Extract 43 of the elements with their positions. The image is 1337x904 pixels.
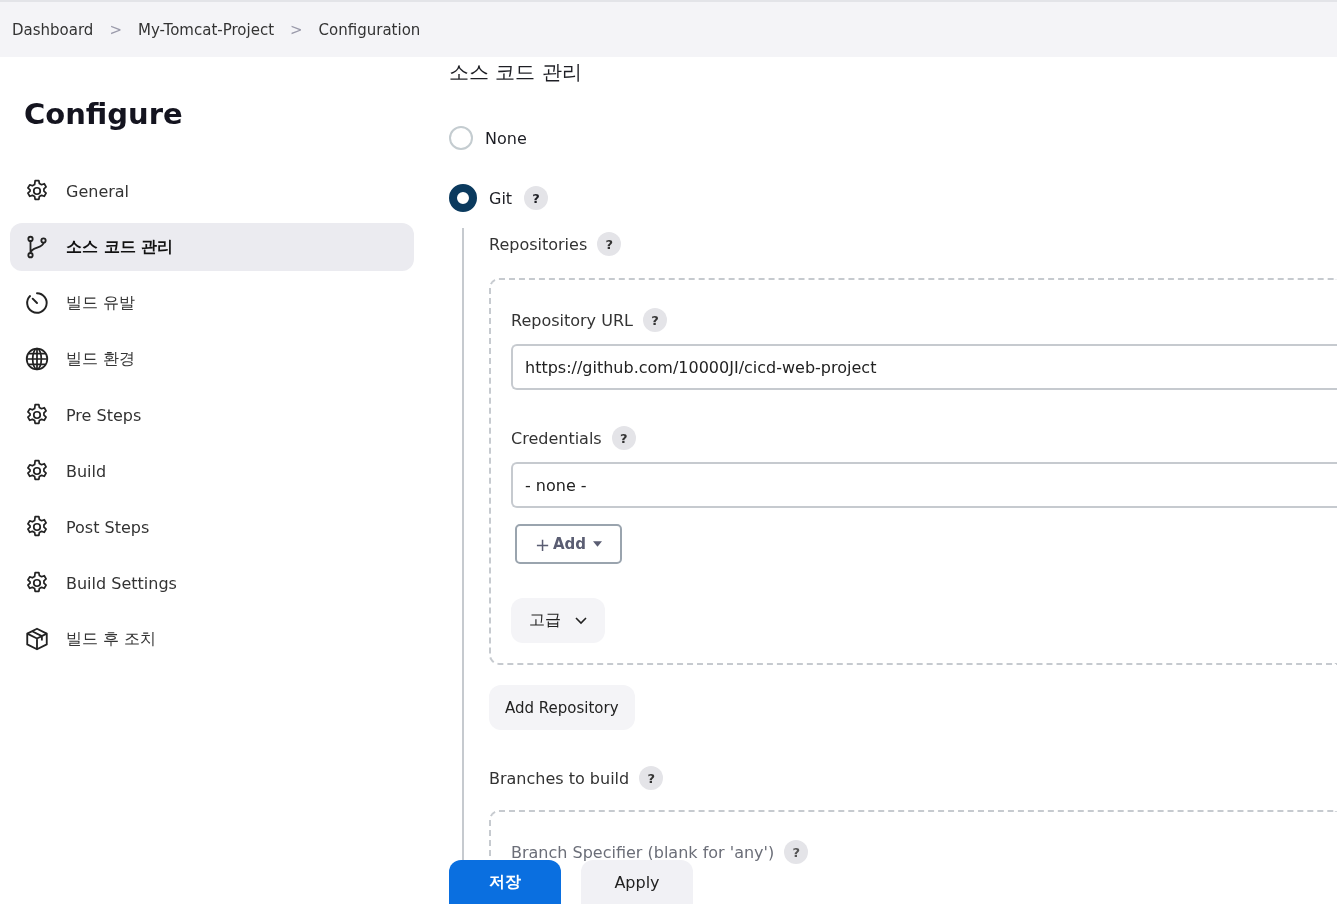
help-icon[interactable]: ? — [639, 766, 664, 790]
branch-icon — [24, 234, 50, 260]
sidebar-item[interactable]: 빌드 유발 — [10, 279, 414, 327]
sidebar-item[interactable]: 빌드 후 조치 — [10, 615, 414, 663]
sidebar-item[interactable]: General — [10, 167, 414, 215]
caret-icon — [593, 541, 603, 547]
radio-label: None — [485, 128, 527, 148]
add-button[interactable]: + Add — [515, 524, 622, 564]
repository-url-field[interactable]: https://github.com/10000JI/cicd-web-project — [511, 344, 1337, 390]
radio-label: Git — [489, 188, 513, 208]
radio-button[interactable] — [449, 184, 477, 212]
chevron-down-icon — [575, 616, 587, 625]
credentials-dropdown[interactable]: - none - — [511, 462, 1337, 508]
help-icon[interactable]: ? — [524, 186, 549, 210]
page-title: Configure — [24, 97, 184, 131]
breadcrumb-link[interactable]: My-Tomcat-Project — [137, 20, 275, 39]
sidebar-item[interactable]: Pre Steps — [10, 391, 414, 439]
help-icon[interactable]: ? — [611, 426, 636, 450]
help-icon[interactable]: ? — [642, 308, 667, 332]
field-label: Branch Specifier (blank for 'any') — [511, 842, 775, 862]
add-repository-button[interactable]: Add Repository — [489, 685, 635, 730]
breadcrumb-link[interactable]: Configuration — [318, 20, 421, 39]
globe-icon — [24, 346, 50, 372]
sidebar-item[interactable]: Build — [10, 447, 414, 495]
help-icon[interactable]: ? — [597, 232, 622, 256]
help-icon[interactable]: ? — [784, 840, 809, 864]
sidebar-item[interactable]: 빌드 환경 — [10, 335, 414, 383]
field-label: Repositories — [489, 234, 588, 254]
breadcrumb-link[interactable]: Dashboard — [12, 20, 94, 39]
sidebar-item[interactable]: Build Settings — [10, 559, 414, 607]
sidebar-item[interactable]: 소스 코드 관리 — [10, 223, 414, 271]
timer-icon — [24, 290, 50, 316]
field-label: Branches to build — [489, 768, 630, 788]
save-button[interactable]: 저장 — [449, 860, 561, 904]
advanced-button[interactable]: 고급 — [511, 598, 605, 643]
apply-button[interactable]: Apply — [581, 860, 693, 904]
field-label: Repository URL — [511, 310, 633, 330]
section-heading: 소스 코드 관리 — [449, 59, 583, 86]
breadcrumb-separator: > — [290, 20, 303, 39]
sidebar-item[interactable]: Post Steps — [10, 503, 414, 551]
field-label: Credentials — [511, 428, 602, 448]
package-icon — [24, 626, 50, 652]
breadcrumb-separator: > — [109, 20, 122, 39]
